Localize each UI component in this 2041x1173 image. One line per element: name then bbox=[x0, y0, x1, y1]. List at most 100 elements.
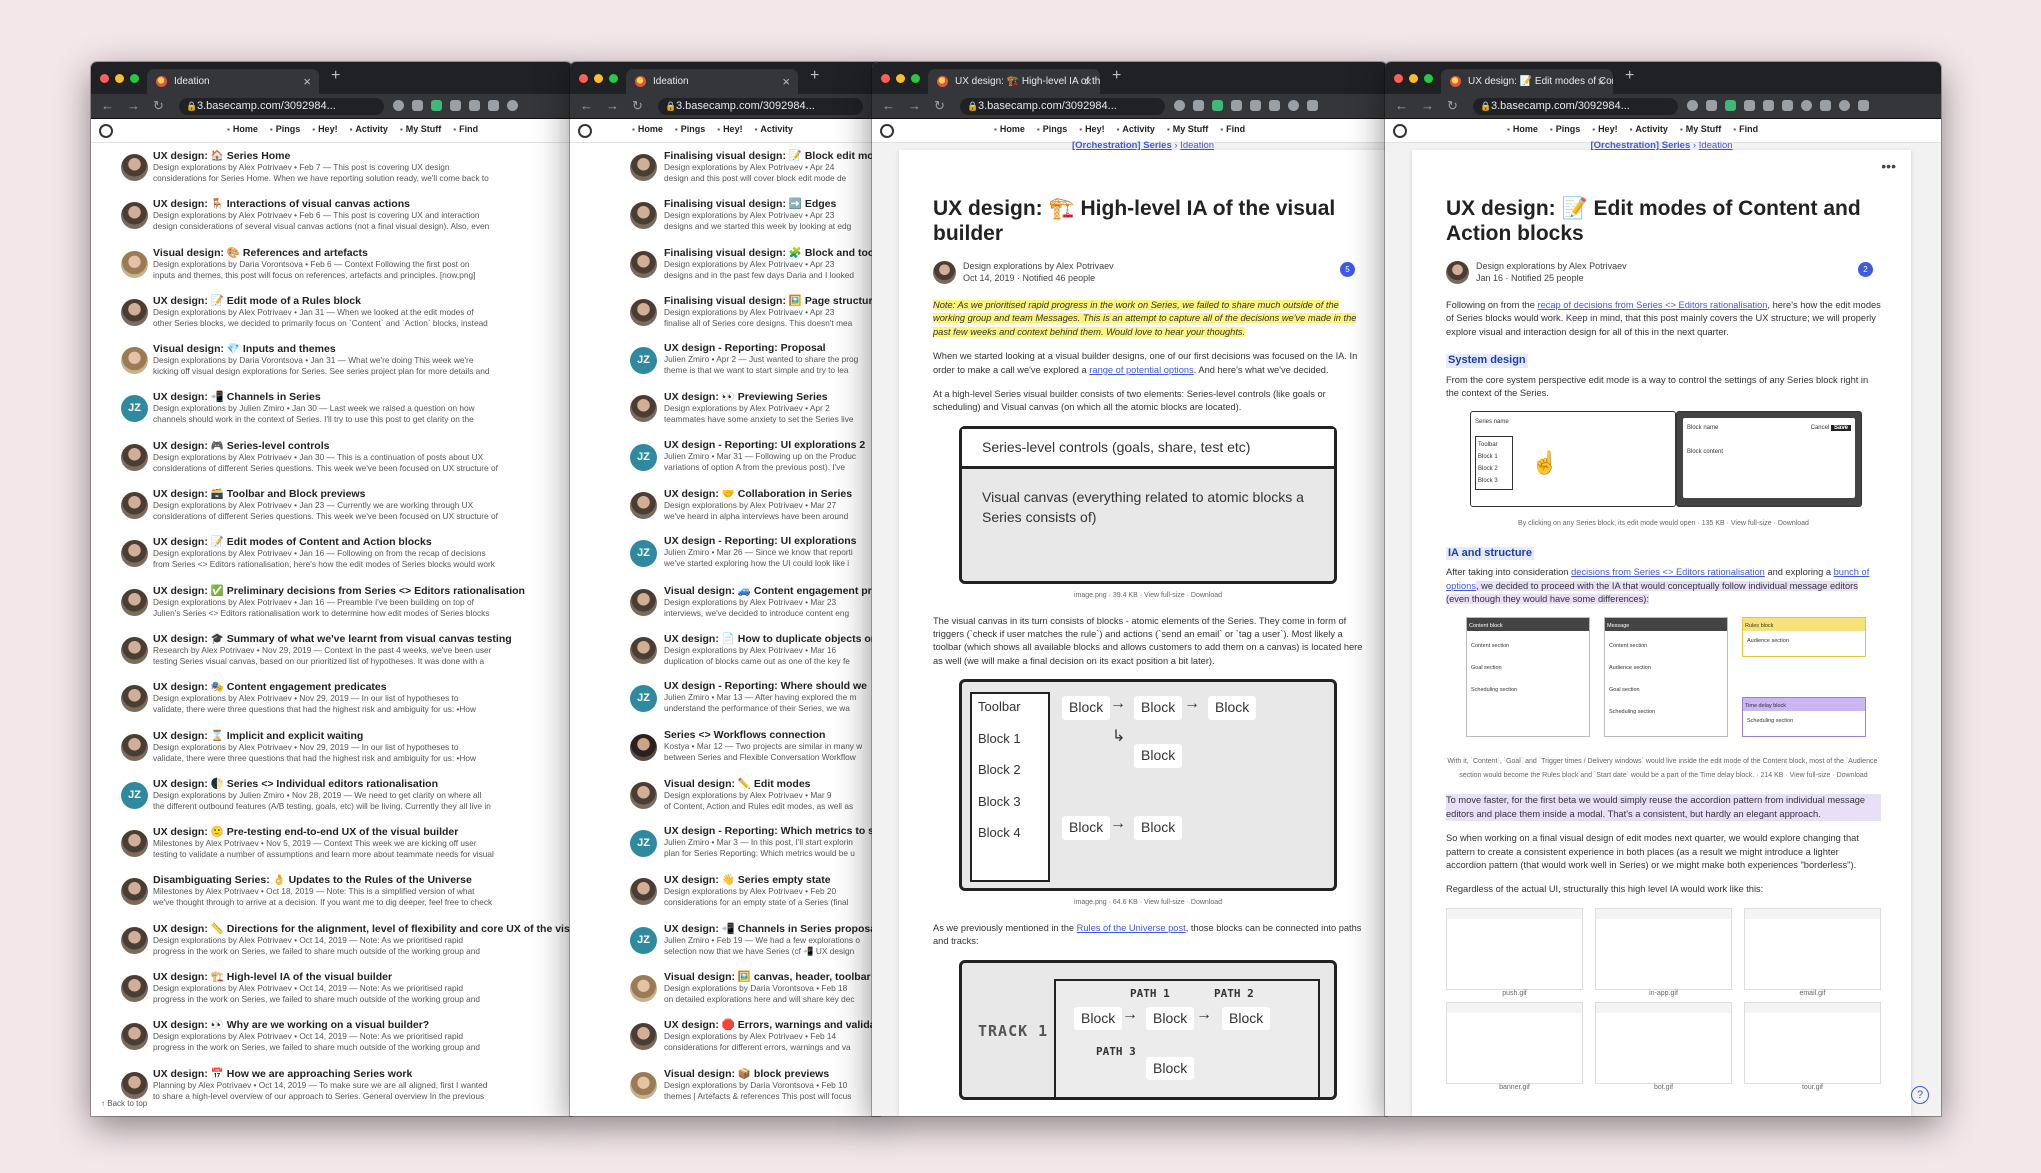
minimize-window-button[interactable] bbox=[1409, 74, 1418, 83]
thumbnail[interactable]: email.gif bbox=[1744, 907, 1881, 997]
author-avatar[interactable] bbox=[933, 261, 956, 284]
help-button[interactable]: ? bbox=[1911, 1086, 1929, 1104]
address-bar[interactable]: 🔒 3.basecamp.com/3092984... bbox=[179, 98, 384, 115]
reload-icon[interactable]: ↻ bbox=[934, 98, 945, 114]
rules-of-universe-link[interactable]: Rules of the Universe post bbox=[1077, 923, 1186, 933]
author-avatar[interactable] bbox=[121, 202, 148, 230]
thumbnail[interactable]: bot.gif bbox=[1595, 1001, 1732, 1091]
author-avatar[interactable] bbox=[630, 878, 657, 906]
minimize-window-button[interactable] bbox=[896, 74, 905, 83]
star-icon[interactable] bbox=[1193, 100, 1204, 111]
close-window-button[interactable] bbox=[100, 74, 109, 83]
close-tab-icon[interactable]: × bbox=[1597, 69, 1605, 94]
minimize-window-button[interactable] bbox=[115, 74, 124, 83]
browser-tab[interactable]: UX design: 📝 Edit modes of Content and A… bbox=[1441, 69, 1613, 94]
browser-tab[interactable]: UX design: 🏗️ High-level IA of the visua… bbox=[928, 69, 1100, 94]
message-list-item[interactable]: Finalising visual design: 🖼️ Page struct… bbox=[570, 289, 880, 337]
reload-icon[interactable]: ↻ bbox=[1447, 98, 1458, 114]
decisions-link[interactable]: decisions from Series <> Editors rationa… bbox=[1571, 567, 1765, 577]
puzzle-icon[interactable] bbox=[1307, 100, 1318, 111]
menu-icon[interactable] bbox=[1858, 100, 1869, 111]
puzzle-icon[interactable] bbox=[1820, 100, 1831, 111]
nav-pings[interactable]: Pings bbox=[1550, 124, 1581, 134]
author-avatar[interactable] bbox=[630, 781, 657, 809]
star-icon[interactable] bbox=[1706, 100, 1717, 111]
message-list-item[interactable]: Finalising visual design: 📝 Block edit m… bbox=[570, 144, 880, 192]
forward-icon[interactable]: → bbox=[908, 98, 921, 114]
nav-hey[interactable]: Hey! bbox=[717, 124, 743, 134]
extension-icon[interactable] bbox=[431, 100, 442, 111]
thumbnail[interactable]: tour.gif bbox=[1744, 1001, 1881, 1091]
message-list-item[interactable]: UX design: 🎮 Series-level controls Design… bbox=[91, 434, 572, 482]
nav-my-stuff[interactable]: My Stuff bbox=[1167, 124, 1209, 134]
message-list-item[interactable]: Series <> Workflows connection Kostya • M… bbox=[570, 724, 880, 772]
author-avatar[interactable] bbox=[630, 636, 657, 664]
forward-icon[interactable]: → bbox=[127, 98, 140, 114]
message-list-item[interactable]: UX design: 🏗️ High-level IA of the visua… bbox=[91, 965, 572, 1013]
reload-icon[interactable]: ↻ bbox=[632, 98, 643, 114]
close-tab-icon[interactable]: × bbox=[782, 69, 790, 94]
message-list-item[interactable]: UX design: 🎓 Summary of what we've learn… bbox=[91, 627, 572, 675]
pocket-icon[interactable] bbox=[450, 100, 461, 111]
message-list-item[interactable]: Disambiguating Series: 👌 Updates to the … bbox=[91, 868, 572, 916]
message-list-item[interactable]: Visual design: 📦 block previews Design ex… bbox=[570, 1062, 880, 1110]
browser-tab[interactable]: Ideation × bbox=[147, 69, 319, 94]
author-avatar[interactable] bbox=[121, 926, 148, 954]
author-avatar[interactable] bbox=[630, 1071, 657, 1099]
close-window-button[interactable] bbox=[881, 74, 890, 83]
close-window-button[interactable] bbox=[579, 74, 588, 83]
nav-my-stuff[interactable]: My Stuff bbox=[400, 124, 442, 134]
new-tab-button[interactable]: + bbox=[1112, 67, 1121, 85]
author-avatar[interactable]: JZ bbox=[630, 540, 657, 568]
extension-icon[interactable] bbox=[469, 100, 480, 111]
author-avatar[interactable] bbox=[630, 492, 657, 520]
boost-count-badge[interactable]: 5 bbox=[1340, 262, 1355, 277]
author-avatar[interactable]: JZ bbox=[630, 830, 657, 858]
message-list-item[interactable]: UX design: 🙂 Pre-testing end-to-end UX o… bbox=[91, 820, 572, 868]
maximize-window-button[interactable] bbox=[130, 74, 139, 83]
nav-hey[interactable]: Hey! bbox=[1592, 124, 1618, 134]
message-list-item[interactable]: UX design: 📄 How to duplicate objects on… bbox=[570, 627, 880, 675]
thumbnail[interactable]: banner.gif bbox=[1446, 1001, 1583, 1091]
maximize-window-button[interactable] bbox=[609, 74, 618, 83]
extension-icon[interactable] bbox=[1782, 100, 1793, 111]
author-avatar[interactable] bbox=[121, 733, 148, 761]
author-avatar[interactable] bbox=[630, 975, 657, 1003]
nav-home[interactable]: Home bbox=[994, 124, 1025, 134]
back-to-top-link[interactable]: ↑ Back to top bbox=[101, 1099, 148, 1108]
author-avatar[interactable] bbox=[121, 250, 148, 278]
author-avatar[interactable] bbox=[630, 1023, 657, 1051]
author-avatar[interactable] bbox=[121, 1023, 148, 1051]
forward-icon[interactable]: → bbox=[1421, 98, 1434, 114]
author-avatar[interactable] bbox=[121, 443, 148, 471]
nav-pings[interactable]: Pings bbox=[1037, 124, 1068, 134]
message-list-item[interactable]: UX design: 👋 Series empty state Design ex… bbox=[570, 868, 880, 916]
reload-icon[interactable]: ↻ bbox=[153, 98, 164, 114]
extension-icon[interactable] bbox=[1725, 100, 1736, 111]
message-list-item[interactable]: UX design: 🪑 Interactions of visual canv… bbox=[91, 192, 572, 240]
nav-pings[interactable]: Pings bbox=[675, 124, 706, 134]
author-avatar[interactable] bbox=[121, 540, 148, 568]
basecamp-logo-icon[interactable] bbox=[578, 124, 592, 138]
nav-find[interactable]: Find bbox=[1220, 124, 1245, 134]
nav-activity[interactable]: Activity bbox=[1630, 124, 1668, 134]
nav-home[interactable]: Home bbox=[1507, 124, 1538, 134]
extension-icon[interactable] bbox=[488, 100, 499, 111]
basecamp-logo-icon[interactable] bbox=[99, 124, 113, 138]
message-list-item[interactable]: Visual design: 💎 Inputs and themes Design… bbox=[91, 337, 572, 385]
basecamp-logo-icon[interactable] bbox=[880, 124, 894, 138]
nav-hey[interactable]: Hey! bbox=[312, 124, 338, 134]
message-list-item[interactable]: JZ UX design: 📲 Channels in Series Design … bbox=[91, 385, 572, 433]
minimize-window-button[interactable] bbox=[594, 74, 603, 83]
author-avatar[interactable] bbox=[121, 685, 148, 713]
message-list-item[interactable]: UX design: 📏 Directions for the alignmen… bbox=[91, 917, 572, 965]
message-list-item[interactable]: JZ UX design - Reporting: UI explorations… bbox=[570, 434, 880, 482]
maximize-window-button[interactable] bbox=[1424, 74, 1433, 83]
back-icon[interactable]: ← bbox=[1395, 98, 1408, 114]
author-avatar[interactable]: JZ bbox=[630, 926, 657, 954]
nav-activity[interactable]: Activity bbox=[350, 124, 388, 134]
message-list-item[interactable]: JZ UX design - Reporting: UI explorations… bbox=[570, 530, 880, 578]
message-list-item[interactable]: UX design: 🗃️ Toolbar and Block previews… bbox=[91, 482, 572, 530]
message-list-item[interactable]: Visual design: 🖼️ canvas, header, toolba… bbox=[570, 965, 880, 1013]
nav-activity[interactable]: Activity bbox=[755, 124, 793, 134]
